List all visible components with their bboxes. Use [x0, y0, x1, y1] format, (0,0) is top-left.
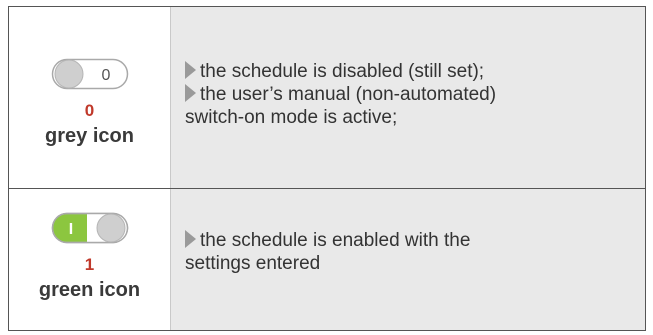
triangle-bullet-icon	[185, 84, 196, 102]
description: the schedule is disabled (still set); th…	[185, 60, 645, 129]
description-line: the schedule is enabled with the	[185, 229, 645, 252]
icon-label: green icon	[38, 279, 141, 301]
icon-cell: 0 0 grey icon	[9, 7, 171, 188]
description-cell: the schedule is disabled (still set); th…	[171, 7, 645, 188]
icon-cell: I 1 green icon	[9, 189, 171, 330]
toggle-off-icon: 0	[51, 58, 129, 95]
status-legend-table: 0 0 grey icon the schedule is disabled (…	[8, 6, 646, 331]
toggle-on-symbol: I	[68, 221, 72, 238]
description-line: settings entered	[185, 253, 321, 274]
triangle-bullet-icon	[185, 230, 196, 248]
status-number: 0	[84, 101, 95, 120]
description-line: the schedule is disabled (still set);	[185, 60, 645, 83]
status-number: 1	[84, 255, 95, 274]
icon-label: grey icon	[45, 125, 134, 147]
description-line: switch-on mode is active;	[185, 107, 398, 128]
toggle-on-icon: I	[51, 212, 129, 249]
table-row-grey: 0 0 grey icon the schedule is disabled (…	[9, 7, 645, 189]
description: the schedule is enabled with the setting…	[185, 229, 645, 275]
table-row-green: I 1 green icon the schedule is enabled w…	[9, 189, 645, 330]
description-line: the user’s manual (non-automated)	[185, 83, 645, 106]
toggle-off-symbol: 0	[101, 67, 110, 84]
triangle-bullet-icon	[185, 61, 196, 79]
description-cell: the schedule is enabled with the setting…	[171, 189, 645, 330]
